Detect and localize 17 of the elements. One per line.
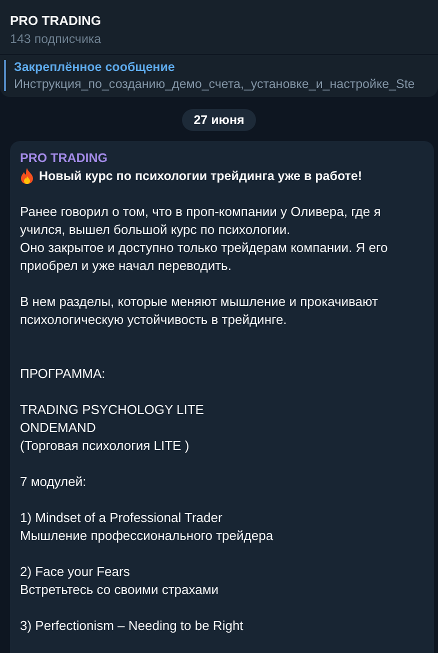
message-paragraph: 1) Mindset of a Professional Trader Мышление профессионального трейдера xyxy=(20,509,274,545)
pinned-text: Инструкция_по_созданию_демо_счета,_установке_и_настройке_Ste xyxy=(14,77,416,91)
message-paragraph: Ранее говорил о том, что в проп-компании у Оливера, где я учился, вышел большой курс по психологии. Оно закрытое и доступно только трейдерам компании. Я его приобрел и уже начал переводить. xyxy=(20,203,389,275)
message-paragraph: 2) Face your Fears Встретьтесь со своими страхами xyxy=(20,563,220,599)
message-paragraph: TRADING PSYCHOLOGY LITE ONDEMAND (Торговая психология LITE ) xyxy=(20,401,205,455)
message-paragraph: 3) Perfectionism – Needing to be Right xyxy=(20,617,244,635)
message-paragraph: 7 модулей: xyxy=(20,473,88,491)
pinned-message-bar[interactable]: Закреплённое сообщение Инструкция_по_созданию_демо_счета,_установке_и_настройке_Ste xyxy=(0,54,438,97)
pinned-label: Закреплённое сообщение xyxy=(14,60,176,74)
date-badge: 27 июня xyxy=(182,109,256,131)
message-paragraph: ПРОГРАММА: xyxy=(20,365,106,383)
message-paragraph: В нем разделы, которые меняют мышление и прокачивают психологическую устойчивость в трейдинге. xyxy=(20,293,379,329)
channel-title: PRO TRADING xyxy=(10,13,102,28)
subscriber-count: 143 подписчика xyxy=(10,32,102,46)
message-author[interactable]: PRO TRADING xyxy=(20,149,424,167)
message-title: Новый курс по психологии трейдинга уже в работе! xyxy=(39,168,362,185)
fire-icon xyxy=(20,168,34,184)
